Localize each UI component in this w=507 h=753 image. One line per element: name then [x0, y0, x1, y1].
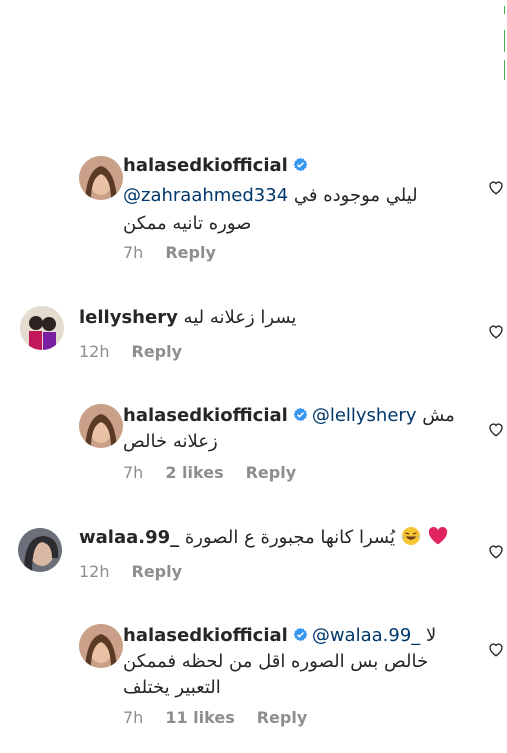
timestamp: 12h — [79, 562, 110, 581]
comment-meta: 7h 11 likes Reply — [123, 708, 307, 727]
comment-text-line2: زعلانه خالص — [123, 431, 218, 452]
verified-badge-icon — [293, 157, 308, 172]
verified-badge-icon — [293, 627, 308, 642]
reply-button[interactable]: Reply — [132, 342, 183, 361]
reply-button[interactable]: Reply — [132, 562, 183, 581]
reply-button[interactable]: Reply — [165, 243, 216, 262]
avatar[interactable] — [79, 156, 123, 200]
comment-text: مش — [422, 405, 455, 426]
heart-outline-icon[interactable] — [487, 640, 507, 660]
reply-button[interactable]: Reply — [257, 708, 308, 727]
heart-outline-icon[interactable] — [487, 420, 507, 440]
heart-outline-icon[interactable] — [487, 542, 507, 562]
comment-meta: 7h 2 likes Reply — [123, 463, 296, 482]
username[interactable]: halasedkiofficial — [123, 155, 288, 176]
mention-link[interactable]: @zahraahmed334 — [123, 185, 288, 206]
avatar[interactable] — [79, 404, 123, 448]
comment-meta: 12h Reply — [79, 342, 182, 361]
comment: lellyshery يسرا زعلانه ليه 12h Reply — [0, 302, 507, 370]
comment-line-mention: @zahraahmed334 ليلي موجوده في — [123, 184, 418, 208]
timestamp: 7h — [123, 243, 144, 262]
username[interactable]: lellyshery — [79, 307, 178, 328]
username[interactable]: halasedkiofficial — [123, 405, 288, 426]
timestamp: 12h — [79, 342, 110, 361]
comment-text: لا — [426, 625, 437, 646]
comment-line1: halasedkiofficial @lellyshery مش — [123, 404, 455, 428]
comment-reply: halasedkiofficial @walaa.99_ لا خالص بس ا… — [0, 620, 507, 745]
avatar[interactable] — [20, 306, 64, 350]
comment-text: يُسرا كانها مجبورة ع الصورة — [184, 527, 395, 548]
comment-meta: 12h Reply — [79, 562, 182, 581]
timestamp: 7h — [123, 463, 144, 482]
likes-count[interactable]: 11 likes — [165, 708, 234, 727]
comment-meta: 7h Reply — [123, 243, 216, 262]
laughing-emoji-icon — [401, 526, 421, 546]
comment-text-line2: خالص بس الصوره اقل من لحظه فممكن — [123, 651, 429, 672]
comment-line1: halasedkiofficial — [123, 154, 312, 178]
verified-badge-icon — [293, 407, 308, 422]
heart-outline-icon[interactable] — [487, 178, 507, 198]
comment-line1: halasedkiofficial @walaa.99_ لا — [123, 624, 436, 648]
red-heart-emoji-icon — [428, 527, 448, 545]
comment-reply: halasedkiofficial @lellyshery مش زعلانه خ… — [0, 400, 507, 492]
comment-text: يسرا زعلانه ليه — [183, 307, 297, 328]
mention-link[interactable]: @walaa.99_ — [312, 625, 420, 646]
avatar[interactable] — [79, 624, 123, 668]
reply-button[interactable]: Reply — [246, 463, 297, 482]
comment-text-line2: صوره تانيه ممكن — [123, 213, 252, 234]
mention-link[interactable]: @lellyshery — [312, 405, 417, 426]
avatar[interactable] — [18, 528, 62, 572]
timestamp: 7h — [123, 708, 144, 727]
comment: walaa.99_ يُسرا كانها مجبورة ع الصورة 12… — [0, 522, 507, 590]
comment-line1: lellyshery يسرا زعلانه ليه — [79, 306, 296, 330]
comment-reply: halasedkiofficial @zahraahmed334 ليلي مو… — [0, 150, 507, 270]
comment-line1: walaa.99_ يُسرا كانها مجبورة ع الصورة — [79, 526, 448, 550]
comment-text-line3: التعبير يختلف — [123, 677, 221, 698]
heart-outline-icon[interactable] — [487, 322, 507, 342]
edge-marks — [499, 0, 507, 90]
username[interactable]: walaa.99_ — [79, 527, 179, 548]
username[interactable]: halasedkiofficial — [123, 625, 288, 646]
likes-count[interactable]: 2 likes — [165, 463, 223, 482]
comment-text: ليلي موجوده في — [293, 185, 418, 206]
